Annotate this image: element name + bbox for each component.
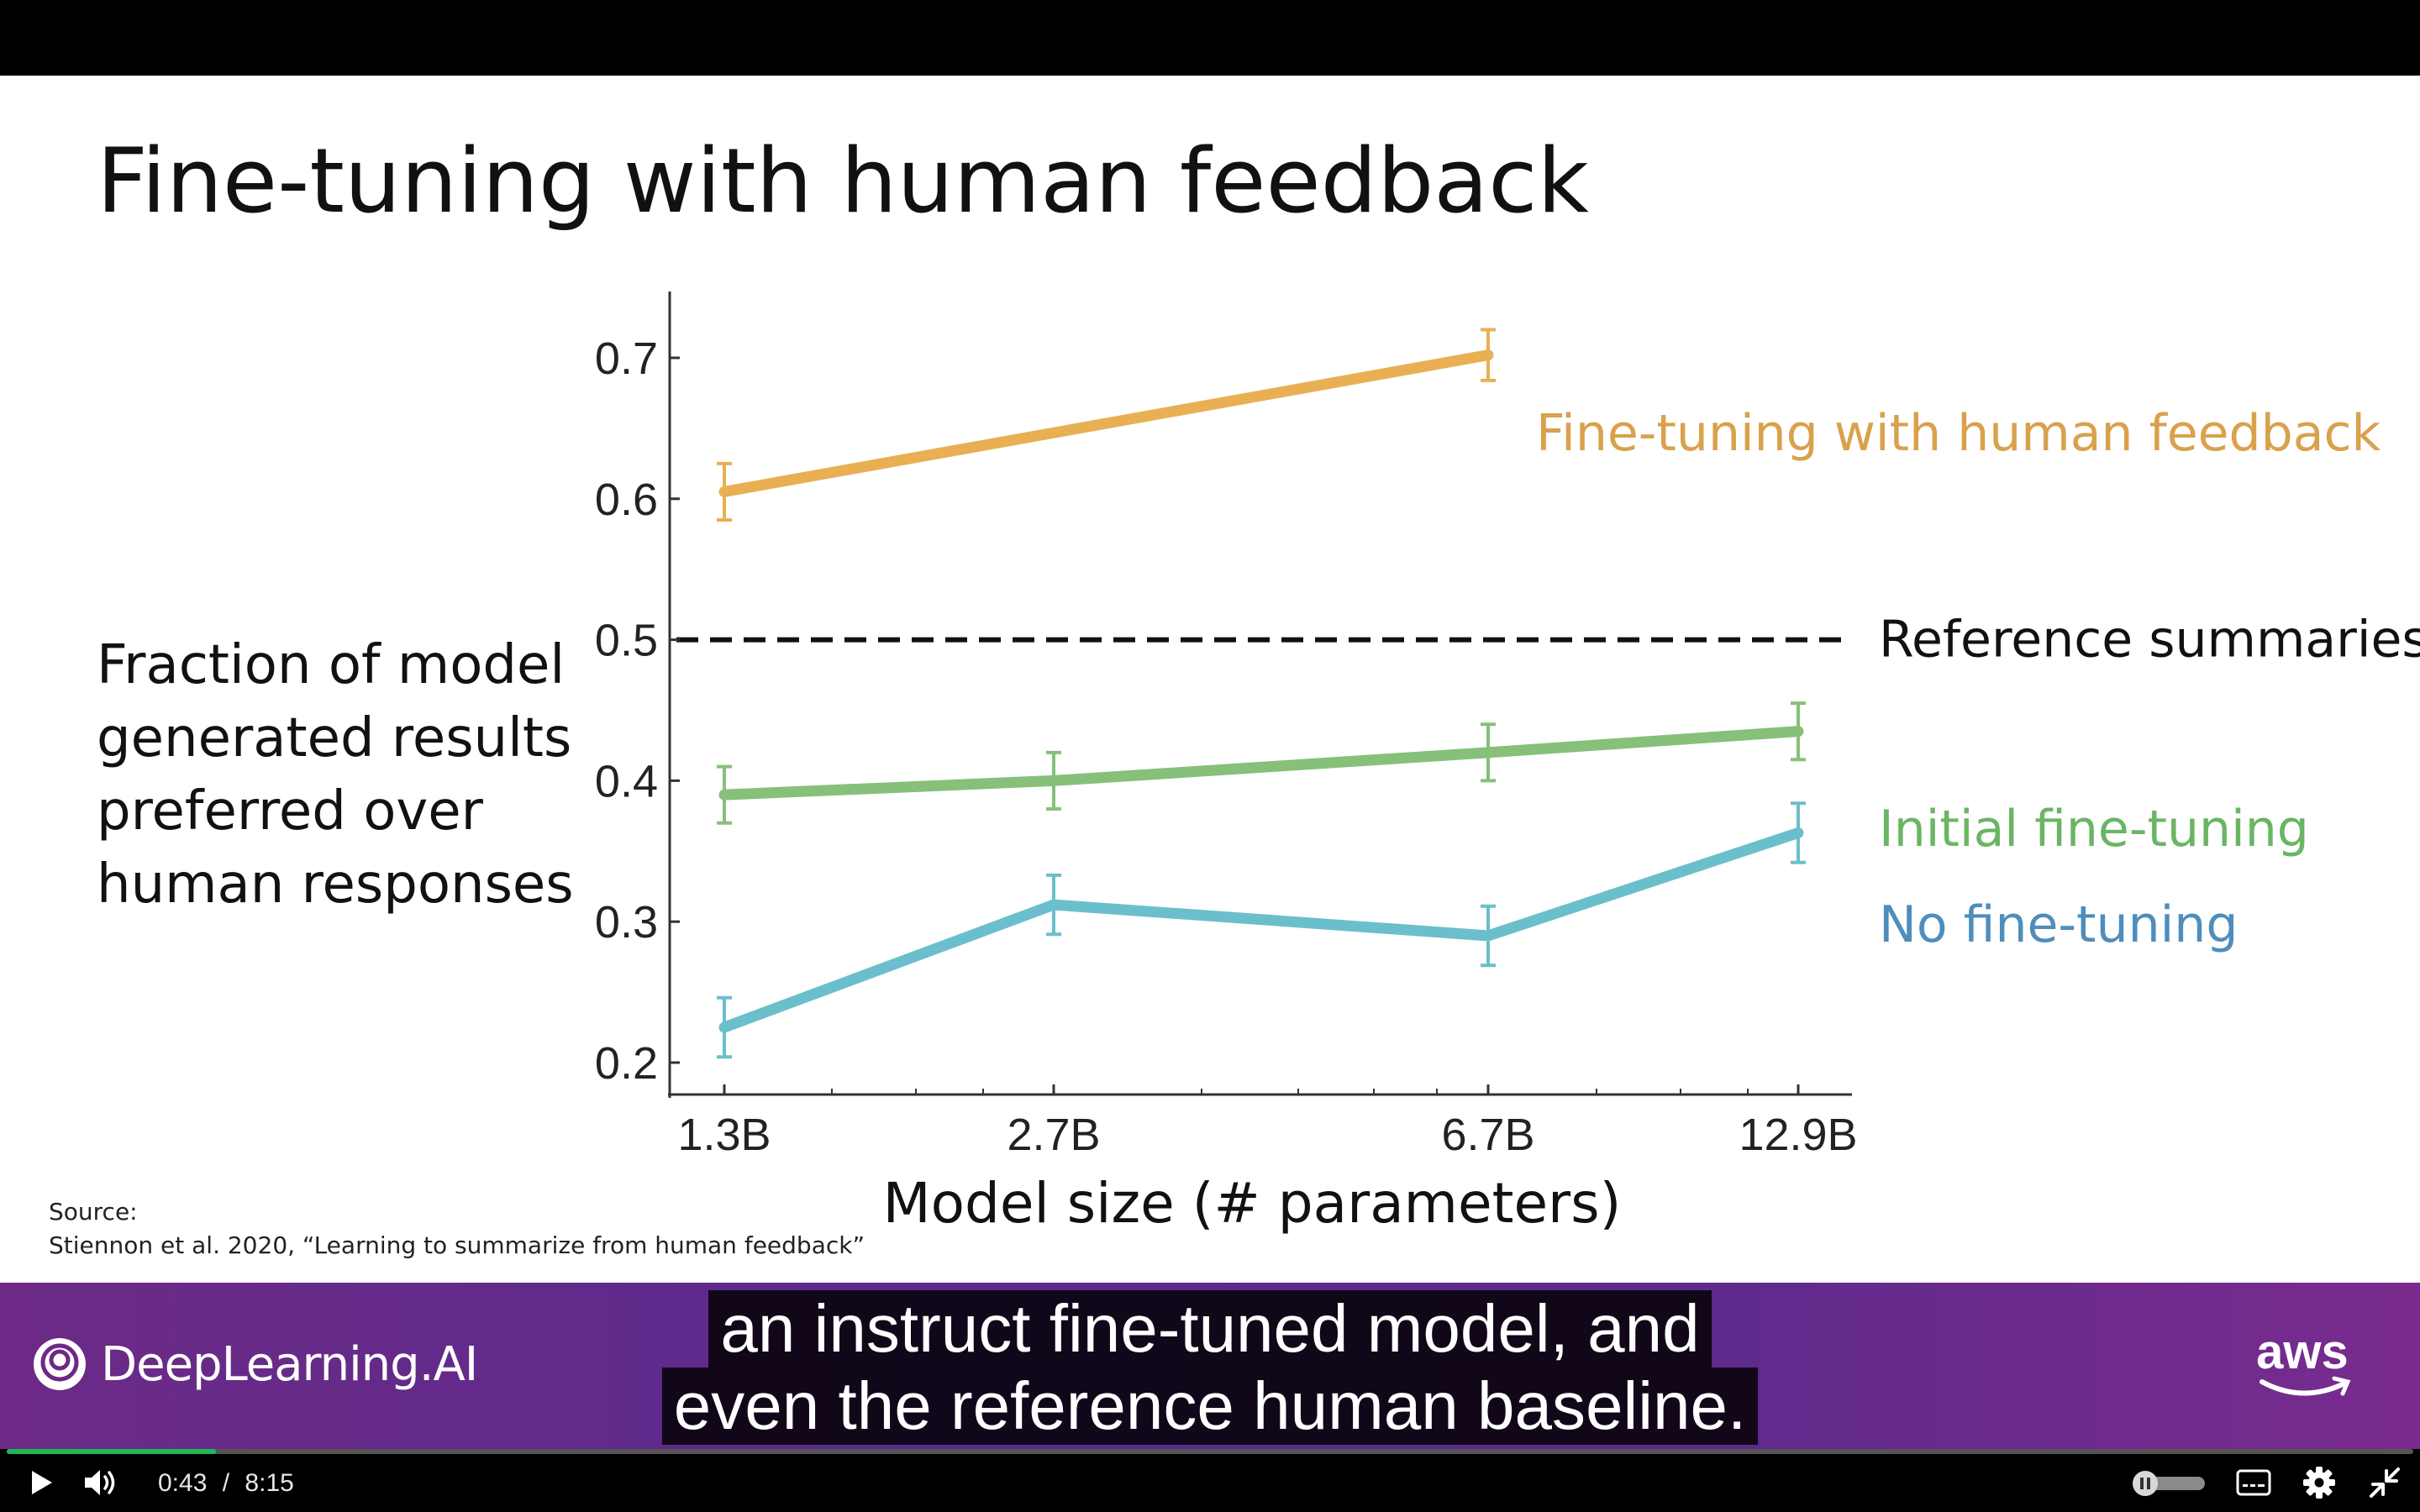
exit-fullscreen-icon[interactable] xyxy=(2368,1466,2402,1499)
data-point xyxy=(719,790,729,801)
y-tick-label: 0.2 xyxy=(595,1038,658,1089)
autoplay-toggle-icon[interactable] xyxy=(2129,1469,2207,1498)
y-tick-label: 0.7 xyxy=(595,333,658,384)
chart: 0.2 0.3 0.4 0.5 0.6 0.7 1.3B 2.7B 6.7B 12.9B Mode… xyxy=(97,291,2420,1236)
time-separator: / xyxy=(222,1469,230,1497)
y-tick-label: 0.4 xyxy=(595,756,658,806)
y-tick-label: 0.6 xyxy=(595,475,658,525)
series-line xyxy=(718,726,1804,801)
x-tick-label: 1.3B xyxy=(677,1110,771,1160)
series-line xyxy=(718,827,1804,1033)
y-tick-label: 0.5 xyxy=(595,616,658,666)
y-axis-title-line: preferred over xyxy=(97,780,484,843)
data-point xyxy=(1483,349,1493,360)
subtitle-line-2: even the reference human baseline. xyxy=(661,1368,1759,1445)
slide: Fine-tuning with human feedback 0.2 0.3 0.… xyxy=(0,76,2420,1283)
captions-icon[interactable] xyxy=(2235,1467,2272,1498)
current-time: 0:43 xyxy=(158,1469,208,1497)
x-axis-title: Model size (# parameters) xyxy=(883,1171,1622,1236)
series-label: Initial fine-tuning xyxy=(1879,800,2309,858)
data-point xyxy=(719,486,729,497)
subtitle-overlay: an instruct fine-tuned model, and even t… xyxy=(0,1290,2420,1445)
series-label: No fine-tuning xyxy=(1879,895,2238,954)
y-axis-title-line: human responses xyxy=(97,853,574,916)
progress-bar[interactable] xyxy=(7,1449,2413,1454)
source-note: Source: Stiennon et al. 2020, “Learning … xyxy=(49,1195,865,1263)
x-tick-label: 6.7B xyxy=(1441,1110,1534,1160)
data-point xyxy=(1483,747,1493,758)
x-tick-label: 2.7B xyxy=(1007,1110,1100,1160)
series-line xyxy=(718,349,1494,497)
time-readout: 0:43 / 8:15 xyxy=(158,1469,294,1498)
data-point xyxy=(1793,726,1803,737)
y-axis-title-line: generated results xyxy=(97,707,571,769)
y-axis-title-line: Fraction of model xyxy=(97,634,565,696)
data-point xyxy=(1049,775,1059,786)
video-controls: 0:43 / 8:15 xyxy=(0,1449,2420,1512)
series-label: Fine-tuning with human feedback xyxy=(1536,404,2381,463)
duration: 8:15 xyxy=(245,1469,294,1497)
data-point xyxy=(1483,930,1493,941)
letterbox-top xyxy=(0,0,2420,76)
source-citation: Stiennon et al. 2020, “Learning to summa… xyxy=(49,1231,865,1259)
data-point xyxy=(1793,827,1803,838)
data-point xyxy=(719,1022,729,1033)
source-label: Source: xyxy=(49,1198,138,1226)
x-tick-label: 12.9B xyxy=(1739,1110,1857,1160)
subtitle-line-1: an instruct fine-tuned model, and xyxy=(708,1290,1712,1368)
progress-fill xyxy=(7,1449,217,1454)
play-icon[interactable] xyxy=(27,1467,55,1498)
volume-icon[interactable] xyxy=(82,1466,119,1499)
y-tick-label: 0.3 xyxy=(595,897,658,948)
gear-icon[interactable] xyxy=(2302,1466,2336,1499)
reference-label: Reference summaries xyxy=(1879,611,2420,669)
data-point xyxy=(1049,900,1059,911)
